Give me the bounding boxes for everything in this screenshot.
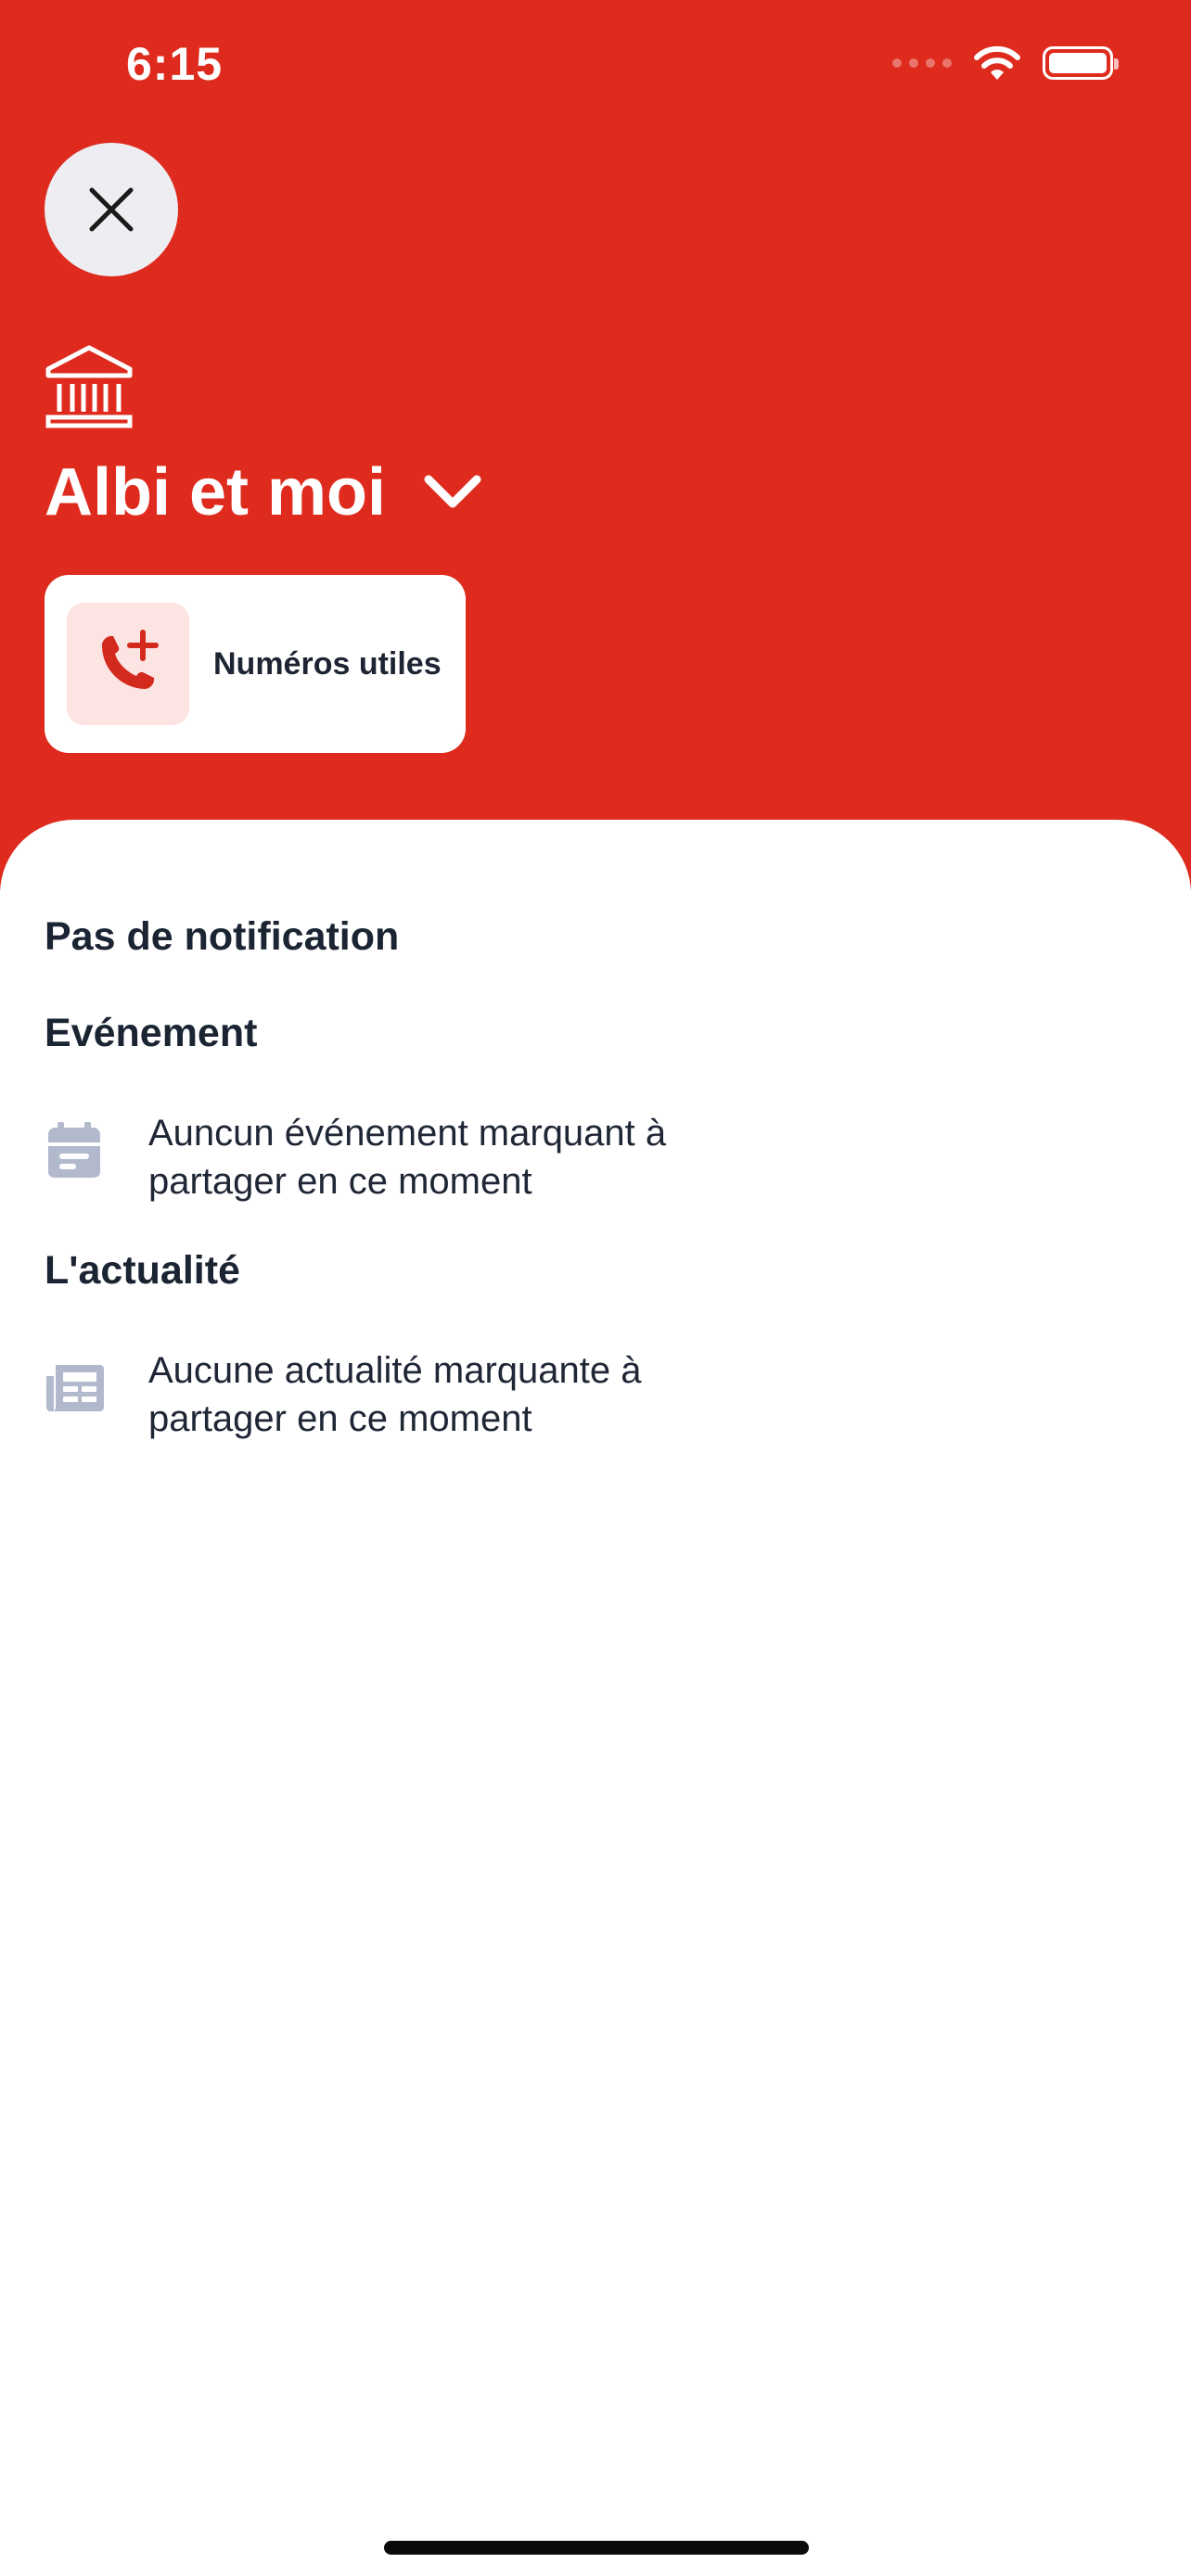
events-empty-message: Auncun événement marquant à partager en … — [148, 1113, 667, 1202]
useful-numbers-label: Numéros utiles — [213, 645, 442, 682]
useful-numbers-icon-box — [67, 603, 189, 725]
header: 6:15 Albi et moi Numéros utiles — [0, 0, 1191, 890]
battery-icon — [1043, 46, 1119, 80]
events-section-title: Evénement — [45, 1011, 258, 1055]
chevron-down-icon — [424, 475, 481, 508]
notifications-heading: Pas de notification — [45, 914, 400, 959]
calendar-icon — [48, 1122, 100, 1178]
app-screen: 6:15 Albi et moi Numéros utiles Pas de n… — [0, 0, 1191, 2576]
status-indicators — [892, 45, 1119, 82]
city-hall-icon — [45, 345, 133, 428]
wifi-icon — [974, 45, 1020, 80]
home-indicator[interactable] — [384, 2541, 809, 2555]
useful-numbers-button[interactable]: Numéros utiles — [45, 575, 466, 753]
news-section-title: L'actualité — [45, 1248, 240, 1293]
city-selector[interactable]: Albi et moi — [45, 454, 482, 530]
newspaper-icon — [46, 1365, 104, 1411]
notifications-sheet: Pas de notification Evénement Auncun évé… — [0, 820, 1191, 2576]
phone-plus-icon — [102, 630, 159, 689]
cellular-signal-icon — [892, 58, 952, 68]
close-button[interactable] — [45, 143, 178, 276]
events-empty-item: Auncun événement marquant à partager en … — [45, 1109, 724, 1205]
close-icon — [89, 187, 134, 232]
news-empty-item: Aucune actualité marquante à partager en… — [45, 1346, 724, 1443]
app-title: Albi et moi — [45, 455, 387, 529]
status-time: 6:15 — [126, 38, 224, 90]
news-empty-message: Aucune actualité marquante à partager en… — [148, 1350, 642, 1439]
